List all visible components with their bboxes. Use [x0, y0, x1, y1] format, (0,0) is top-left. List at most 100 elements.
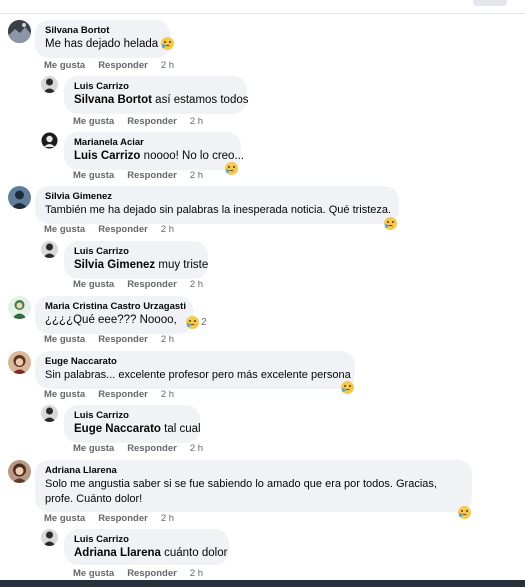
like-button[interactable]: Me gusta	[73, 170, 114, 181]
comment-actions: Me gusta Responder 2 h	[44, 389, 187, 401]
comment-text: Luis Carrizo noooo! No lo creo...	[74, 149, 244, 164]
timestamp[interactable]: 2 h	[190, 443, 203, 454]
comment-text: Silvana Bortot así estamos todos	[74, 93, 249, 108]
timestamp[interactable]: 2 h	[190, 116, 203, 127]
avatar[interactable]	[8, 351, 31, 374]
comment-author[interactable]: Luis Carrizo	[74, 534, 219, 546]
top-corner-tab[interactable]	[473, 0, 507, 6]
like-button[interactable]: Me gusta	[44, 513, 85, 524]
reply-button[interactable]: Responder	[127, 279, 177, 290]
like-button[interactable]: Me gusta	[73, 443, 114, 454]
reaction-count[interactable]: 2	[201, 317, 207, 328]
comment-body: cuánto dolor	[164, 547, 228, 559]
top-bar	[0, 0, 525, 14]
mention-link[interactable]: Silvana Bortot	[74, 94, 152, 106]
comment-body: Solo me angustia saber si se fue sabiend…	[45, 478, 437, 490]
mention-link[interactable]: Silvia Gimenez	[74, 259, 155, 271]
comment-bubble: Euge Naccarato Sin palabras... excelente…	[35, 351, 355, 389]
comment-actions: Me gusta Responder 2 h	[73, 170, 216, 182]
avatar[interactable]	[41, 405, 58, 422]
comment-author[interactable]: Luis Carrizo	[74, 246, 198, 258]
avatar[interactable]	[41, 132, 58, 149]
comment-author[interactable]: Luis Carrizo	[74, 81, 237, 93]
avatar[interactable]	[41, 76, 58, 93]
reply-button[interactable]: Responder	[98, 334, 148, 345]
comment-body: noooo! No lo creo...	[143, 150, 245, 162]
comment-bubble: Luis Carrizo Euge Naccarato tal cual	[64, 405, 201, 443]
comment-actions: Me gusta Responder 2 h	[73, 116, 216, 128]
comment-author[interactable]: Maria Cristina Castro Urzagasti	[45, 301, 186, 313]
sad-tear-emoji-icon	[161, 37, 175, 50]
comment-author[interactable]: Luis Carrizo	[74, 410, 190, 422]
timestamp[interactable]: 2 h	[190, 568, 203, 579]
reply-button[interactable]: Responder	[98, 224, 148, 235]
comment-text: Adriana Llarena cuánto dolor	[74, 546, 227, 561]
comment-bubble: Marianela Aciar Luis Carrizo noooo! No l…	[64, 132, 244, 170]
mention-link[interactable]: Luis Carrizo	[74, 150, 140, 162]
comment-bubble: Silvana Bortot Me has dejado helada	[35, 20, 175, 58]
comment-bubble: Luis Carrizo Silvia Gimenez muy triste	[64, 241, 208, 279]
like-button[interactable]: Me gusta	[73, 116, 114, 127]
timestamp[interactable]: 2 h	[161, 389, 174, 400]
reply-button[interactable]: Responder	[98, 513, 148, 524]
timestamp[interactable]: 2 h	[190, 279, 203, 290]
comment-text: También me ha dejado sin palabras la ine…	[45, 203, 391, 218]
comment-author[interactable]: Silvia Gimenez	[45, 191, 389, 203]
comment-actions: Me gusta Responder 2 h	[44, 224, 187, 236]
comment-text: Silvia Gimenez muy triste	[74, 258, 208, 273]
comment-author[interactable]: Silvana Bortot	[45, 25, 160, 37]
avatar[interactable]	[8, 20, 31, 43]
sad-tear-emoji-icon	[225, 162, 238, 175]
comment-body: muy triste	[158, 259, 209, 271]
mention-link[interactable]: Euge Naccarato	[74, 423, 161, 435]
timestamp[interactable]: 2 h	[161, 334, 174, 345]
comment-text-continued: profe. Cuánto dolor!	[45, 492, 462, 507]
reply-button[interactable]: Responder	[127, 568, 177, 579]
comment-body-line2: profe. Cuánto dolor!	[45, 493, 143, 505]
timestamp[interactable]: 2 h	[190, 170, 203, 181]
comment-body: así estamos todos	[155, 94, 249, 106]
reply-button[interactable]: Responder	[127, 170, 177, 181]
timestamp[interactable]: 2 h	[161, 60, 174, 71]
comment-author[interactable]: Adriana Llarena	[45, 465, 462, 477]
comment-text: Sin palabras... excelente profesor pero …	[45, 368, 351, 383]
sad-tear-emoji-icon[interactable]	[186, 316, 199, 329]
avatar[interactable]	[41, 529, 58, 546]
timestamp[interactable]: 2 h	[161, 513, 174, 524]
comment-actions: Me gusta Responder 2 h	[73, 568, 216, 580]
like-button[interactable]: Me gusta	[44, 224, 85, 235]
comment-actions: Me gusta Responder 2 h	[73, 443, 216, 455]
reply-button[interactable]: Responder	[98, 60, 148, 71]
comment-body: Sin palabras... excelente profesor pero …	[45, 369, 351, 381]
timestamp[interactable]: 2 h	[161, 224, 174, 235]
reply-button[interactable]: Responder	[127, 443, 177, 454]
comment-text: ¿¿¿¿Qué eee??? Noooo,	[45, 313, 183, 328]
comment-bubble: Adriana Llarena Solo me angustia saber s…	[35, 460, 472, 512]
comment-actions: Me gusta Responder 2 h	[44, 334, 187, 346]
sad-tear-emoji-icon	[384, 217, 397, 230]
like-button[interactable]: Me gusta	[73, 279, 114, 290]
avatar[interactable]	[41, 241, 58, 258]
comment-author[interactable]: Euge Naccarato	[45, 356, 345, 368]
comment-bubble: Luis Carrizo Adriana Llarena cuánto dolo…	[64, 529, 229, 565]
like-button[interactable]: Me gusta	[44, 60, 85, 71]
avatar[interactable]	[8, 296, 31, 319]
comment-text: Euge Naccarato tal cual	[74, 422, 201, 437]
reply-button[interactable]: Responder	[98, 389, 148, 400]
comment-actions: Me gusta Responder 2 h	[44, 513, 187, 525]
taskbar	[0, 580, 525, 587]
comment-bubble: Maria Cristina Castro Urzagasti ¿¿¿¿Qué …	[35, 296, 193, 334]
comment-bubble: Luis Carrizo Silvana Bortot así estamos …	[64, 76, 249, 114]
avatar[interactable]	[8, 186, 31, 209]
like-button[interactable]: Me gusta	[44, 389, 85, 400]
comment-text: Solo me angustia saber si se fue sabiend…	[45, 477, 462, 492]
comment-body: tal cual	[164, 423, 201, 435]
like-button[interactable]: Me gusta	[44, 334, 85, 345]
comment-author[interactable]: Marianela Aciar	[74, 137, 231, 149]
avatar[interactable]	[8, 460, 31, 483]
comment-body: Me has dejado helada	[45, 38, 159, 50]
mention-link[interactable]: Adriana Llarena	[74, 547, 161, 559]
like-button[interactable]: Me gusta	[73, 568, 114, 579]
reply-button[interactable]: Responder	[127, 116, 177, 127]
sad-tear-emoji-icon	[458, 506, 471, 519]
